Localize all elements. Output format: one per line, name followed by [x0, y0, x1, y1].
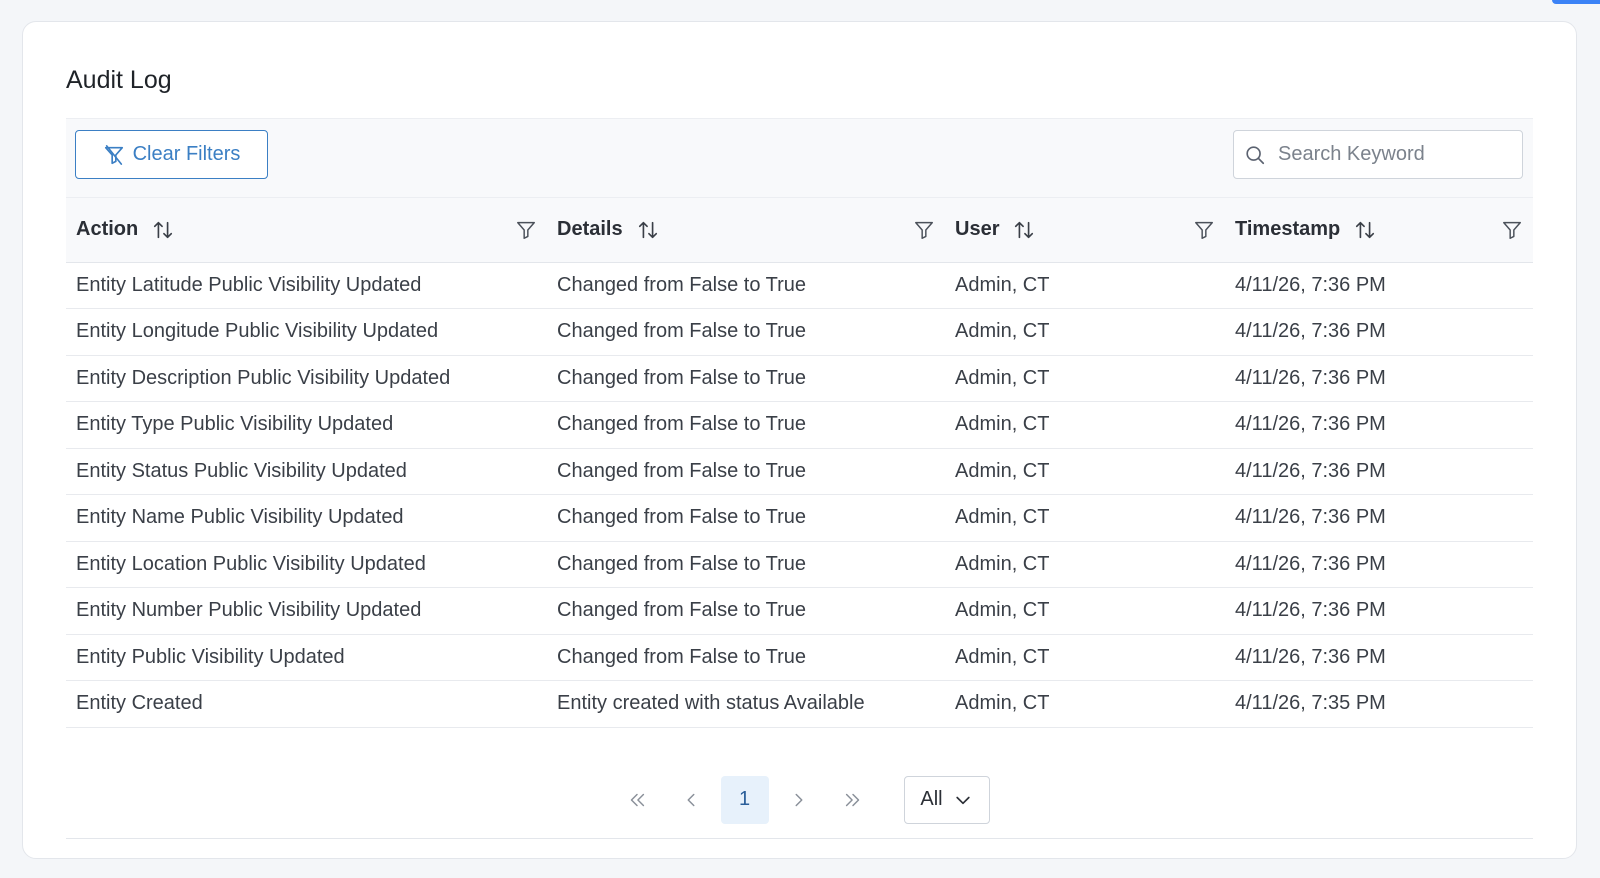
cell-user: Admin, CT: [945, 262, 1225, 309]
corner-accent: [1552, 0, 1600, 4]
cell-action: Entity Latitude Public Visibility Update…: [66, 262, 547, 309]
cell-action: Entity Status Public Visibility Updated: [66, 448, 547, 495]
cell-details: Changed from False to True: [547, 355, 945, 402]
cell-timestamp: 4/11/26, 7:36 PM: [1225, 634, 1533, 681]
double-chevron-left-icon: [630, 793, 644, 806]
cell-action: Entity Name Public Visibility Updated: [66, 494, 547, 542]
filter-icon[interactable]: [1501, 219, 1523, 241]
cell-user: Admin, CT: [945, 634, 1225, 681]
double-chevron-right-icon: [845, 793, 859, 806]
rows-per-page-value: All: [920, 788, 943, 810]
column-header-label: User: [955, 218, 1000, 241]
table-row[interactable]: Entity Created Entity created with statu…: [66, 680, 1533, 728]
audit-log-card: Audit Log Clear Filters Search Keyword A…: [22, 21, 1577, 859]
table-row[interactable]: Entity Type Public Visibility Updated Ch…: [66, 401, 1533, 449]
chevron-left-icon: [687, 793, 694, 806]
cell-action: Entity Type Public Visibility Updated: [66, 401, 547, 449]
cell-action: Entity Public Visibility Updated: [66, 634, 547, 681]
cell-action: Entity Longitude Public Visibility Updat…: [66, 308, 547, 356]
search-box[interactable]: [1233, 130, 1523, 179]
chevron-right-icon: [795, 793, 802, 806]
cell-details: Changed from False to True: [547, 401, 945, 449]
filter-icon[interactable]: [515, 219, 537, 241]
cell-timestamp: 4/11/26, 7:36 PM: [1225, 262, 1533, 309]
cell-user: Admin, CT: [945, 448, 1225, 495]
cell-action: Entity Number Public Visibility Updated: [66, 587, 547, 635]
cell-action: Entity Location Public Visibility Update…: [66, 541, 547, 588]
previous-page-button[interactable]: [667, 776, 715, 824]
search-input[interactable]: [1276, 142, 1510, 167]
cell-details: Entity created with status Available: [547, 680, 945, 728]
table-header-row: Action Details User Timestamp: [66, 198, 1533, 263]
cell-timestamp: 4/11/26, 7:36 PM: [1225, 401, 1533, 449]
clear-filters-label: Clear Filters: [132, 143, 241, 165]
cell-user: Admin, CT: [945, 541, 1225, 588]
cell-user: Admin, CT: [945, 587, 1225, 635]
table-row[interactable]: Entity Public Visibility Updated Changed…: [66, 634, 1533, 681]
cell-user: Admin, CT: [945, 308, 1225, 356]
table-row[interactable]: Entity Name Public Visibility Updated Ch…: [66, 494, 1533, 542]
column-header-label: Details: [557, 218, 623, 241]
cell-timestamp: 4/11/26, 7:36 PM: [1225, 448, 1533, 495]
column-header-label: Timestamp: [1235, 218, 1341, 241]
chevron-down-icon: [955, 796, 970, 804]
cell-timestamp: 4/11/26, 7:36 PM: [1225, 308, 1533, 356]
rows-per-page-dropdown[interactable]: All: [903, 775, 990, 824]
cell-timestamp: 4/11/26, 7:36 PM: [1225, 355, 1533, 402]
table-row[interactable]: Entity Description Public Visibility Upd…: [66, 355, 1533, 402]
cell-user: Admin, CT: [945, 494, 1225, 542]
cell-details: Changed from False to True: [547, 448, 945, 495]
cell-details: Changed from False to True: [547, 541, 945, 588]
cell-action: Entity Description Public Visibility Upd…: [66, 355, 547, 402]
column-header-details: Details: [547, 198, 945, 263]
audit-log-table: Action Details User Timestamp Entity Lat…: [66, 198, 1533, 728]
sort-icon[interactable]: [1013, 219, 1035, 241]
cell-user: Admin, CT: [945, 355, 1225, 402]
paginator: 1 All: [66, 761, 1533, 839]
table-row[interactable]: Entity Longitude Public Visibility Updat…: [66, 308, 1533, 356]
filter-icon[interactable]: [913, 219, 935, 241]
clear-filters-button[interactable]: Clear Filters: [75, 130, 268, 179]
filter-icon[interactable]: [1193, 219, 1215, 241]
table-row[interactable]: Entity Location Public Visibility Update…: [66, 541, 1533, 588]
cell-details: Changed from False to True: [547, 262, 945, 309]
last-page-button[interactable]: [829, 776, 877, 824]
first-page-button[interactable]: [613, 776, 661, 824]
sort-icon[interactable]: [1354, 219, 1376, 241]
column-header-label: Action: [76, 218, 139, 241]
cell-timestamp: 4/11/26, 7:36 PM: [1225, 587, 1533, 635]
table-row[interactable]: Entity Status Public Visibility Updated …: [66, 448, 1533, 495]
page-title: Audit Log: [66, 66, 172, 94]
column-header-user: User: [945, 198, 1225, 263]
cell-user: Admin, CT: [945, 680, 1225, 728]
sort-icon[interactable]: [152, 219, 174, 241]
cell-details: Changed from False to True: [547, 587, 945, 635]
cell-timestamp: 4/11/26, 7:36 PM: [1225, 494, 1533, 542]
cell-timestamp: 4/11/26, 7:36 PM: [1225, 541, 1533, 588]
cell-timestamp: 4/11/26, 7:35 PM: [1225, 680, 1533, 728]
cell-user: Admin, CT: [945, 401, 1225, 449]
column-header-action: Action: [66, 198, 547, 263]
search-icon: [1244, 144, 1266, 166]
cell-action: Entity Created: [66, 680, 547, 728]
table-row[interactable]: Entity Number Public Visibility Updated …: [66, 587, 1533, 635]
cell-details: Changed from False to True: [547, 634, 945, 681]
sort-icon[interactable]: [637, 219, 659, 241]
cell-details: Changed from False to True: [547, 494, 945, 542]
column-header-timestamp: Timestamp: [1225, 198, 1533, 263]
table-row[interactable]: Entity Latitude Public Visibility Update…: [66, 262, 1533, 309]
filter-slash-icon: [103, 144, 125, 166]
cell-details: Changed from False to True: [547, 308, 945, 356]
table-toolbar: Clear Filters: [66, 118, 1533, 198]
next-page-button[interactable]: [775, 776, 823, 824]
page-1-button[interactable]: 1: [720, 775, 769, 824]
